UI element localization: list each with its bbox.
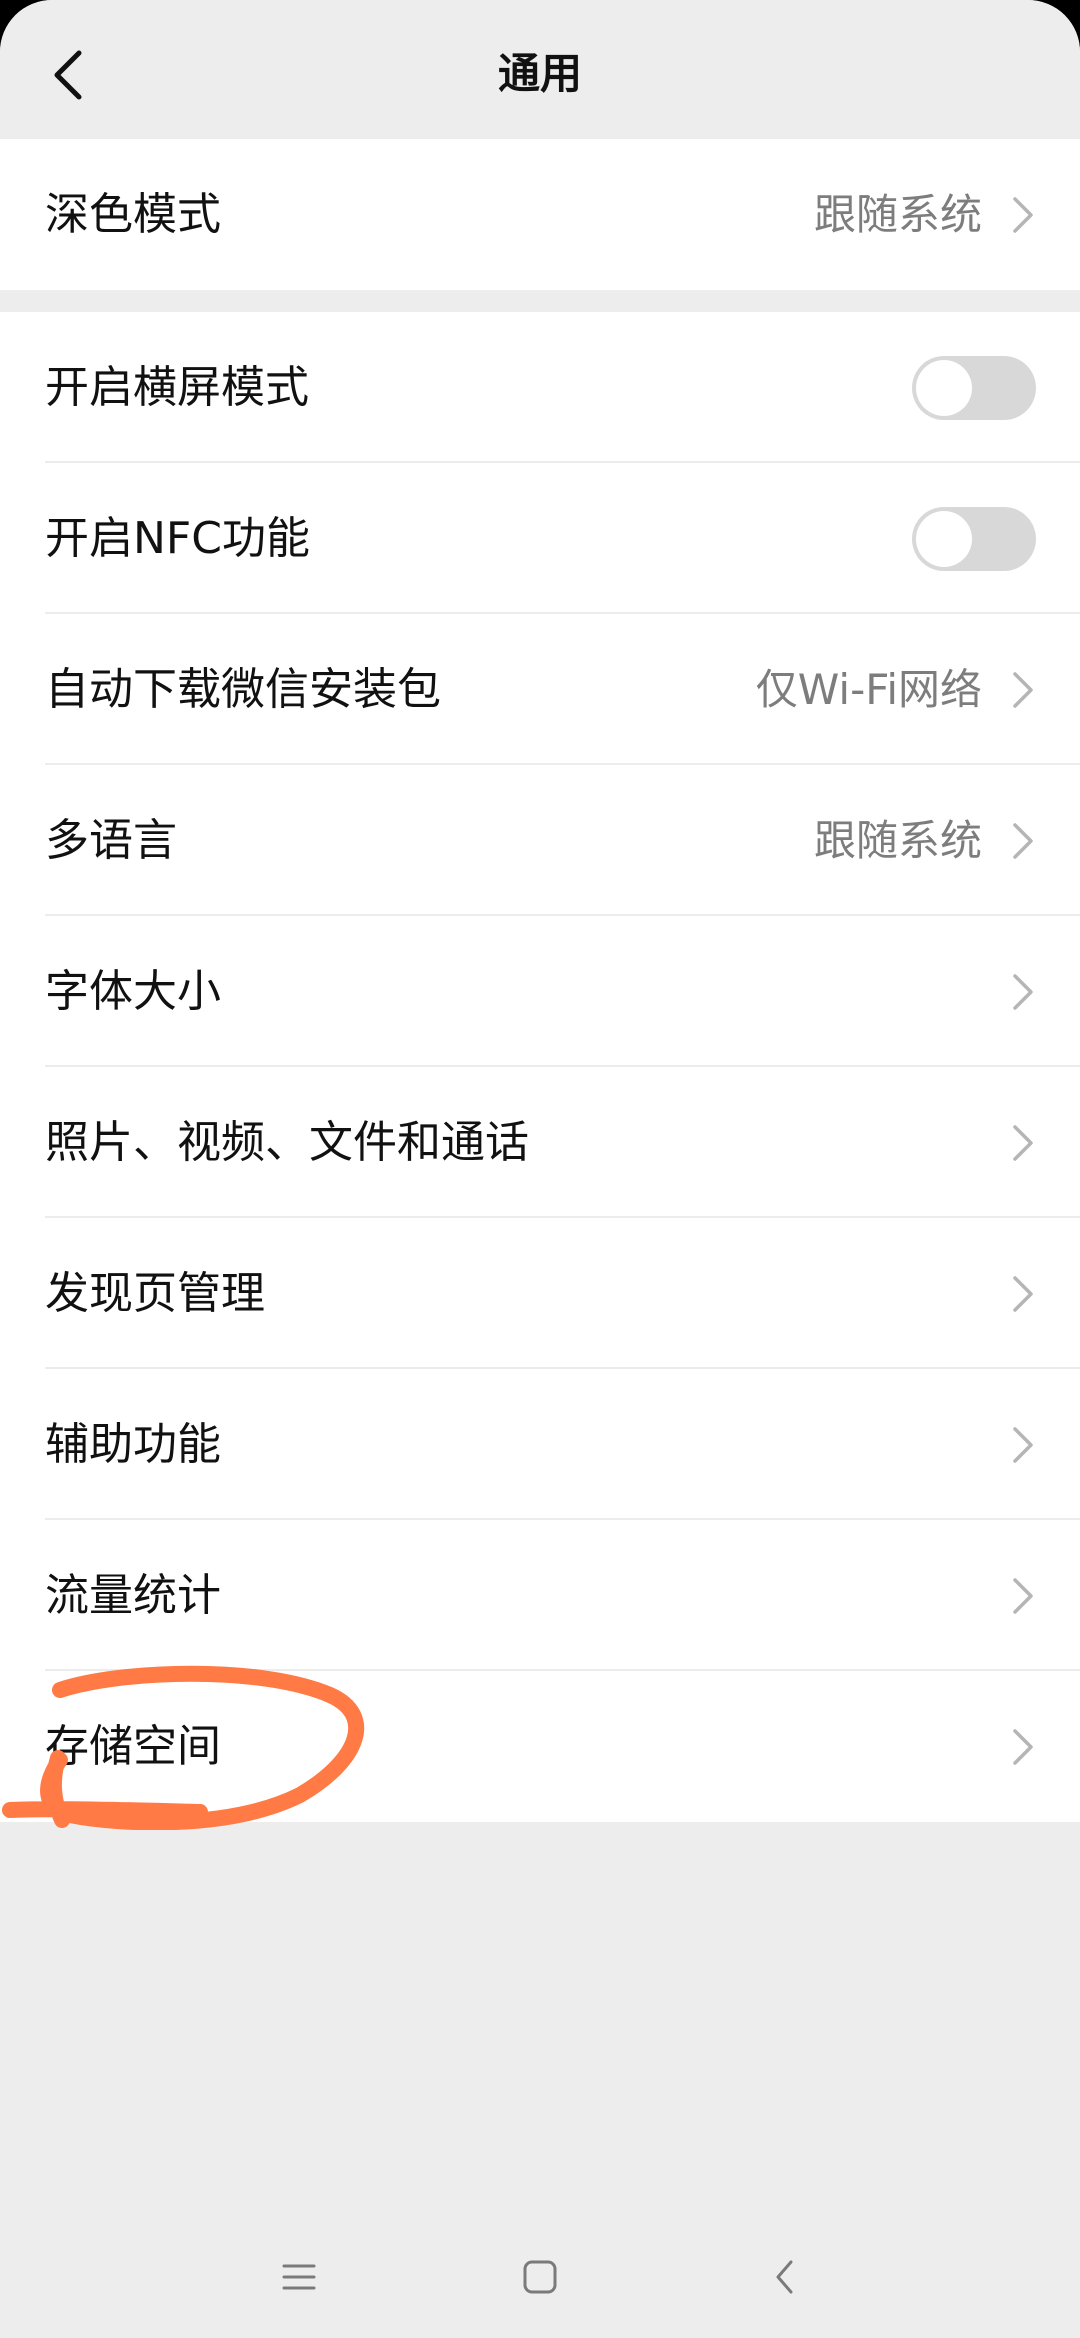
settings-row-auto-download[interactable]: 自动下载微信安装包 仅Wi-Fi网络 (0, 614, 1080, 765)
row-label: 开启NFC功能 (45, 512, 310, 564)
home-icon (523, 2260, 557, 2294)
settings-group-display: 深色模式 跟随系统 (0, 139, 1080, 290)
row-label: 存储空间 (45, 1720, 221, 1772)
chevron-right-icon (1010, 1123, 1036, 1163)
system-navbar (0, 2220, 1080, 2338)
row-label: 发现页管理 (45, 1267, 265, 1319)
chevron-right-icon (1010, 1274, 1036, 1314)
nfc-toggle[interactable] (912, 506, 1036, 571)
settings-row-nfc: 开启NFC功能 (0, 463, 1080, 614)
settings-row-font-size[interactable]: 字体大小 (0, 916, 1080, 1067)
settings-row-language[interactable]: 多语言 跟随系统 (0, 765, 1080, 916)
menu-icon (282, 2264, 316, 2290)
settings-row-discover[interactable]: 发现页管理 (0, 1218, 1080, 1369)
toggle-knob (916, 510, 972, 567)
settings-row-accessibility[interactable]: 辅助功能 (0, 1369, 1080, 1520)
chevron-right-icon (1010, 1425, 1036, 1465)
chevron-right-icon (1010, 670, 1036, 710)
menu-button[interactable] (264, 2242, 334, 2312)
row-label: 多语言 (45, 814, 177, 866)
settings-row-landscape: 开启横屏模式 (0, 312, 1080, 463)
screen: 通用 深色模式 跟随系统 开启横屏模式 开启NFC功能 自动下载微信安装包 仅W… (0, 0, 1080, 2338)
settings-row-dark-mode[interactable]: 深色模式 跟随系统 (0, 139, 1080, 290)
landscape-toggle[interactable] (912, 355, 1036, 420)
row-label: 照片、视频、文件和通话 (45, 1116, 529, 1168)
chevron-right-icon (1010, 1576, 1036, 1616)
settings-group-general: 开启横屏模式 开启NFC功能 自动下载微信安装包 仅Wi-Fi网络 多语言 跟随… (0, 312, 1080, 1822)
chevron-right-icon (1010, 1727, 1036, 1767)
row-value: 跟随系统 (813, 815, 982, 865)
chevron-right-icon (1010, 195, 1036, 235)
toggle-knob (916, 359, 972, 416)
chevron-right-icon (1010, 821, 1036, 861)
row-label: 深色模式 (45, 188, 221, 240)
row-label: 自动下载微信安装包 (45, 663, 441, 715)
home-button[interactable] (505, 2242, 575, 2312)
header: 通用 (0, 0, 1080, 139)
nav-back-button[interactable] (750, 2242, 820, 2312)
settings-row-media[interactable]: 照片、视频、文件和通话 (0, 1067, 1080, 1218)
row-label: 辅助功能 (45, 1418, 221, 1470)
row-label: 开启横屏模式 (45, 361, 309, 413)
chevron-right-icon (1010, 972, 1036, 1012)
page-title: 通用 (497, 49, 582, 98)
row-label: 字体大小 (45, 965, 221, 1017)
row-label: 流量统计 (45, 1569, 221, 1621)
settings-row-data-usage[interactable]: 流量统计 (0, 1520, 1080, 1671)
back-icon (776, 2260, 793, 2294)
settings-row-storage[interactable]: 存储空间 (0, 1671, 1080, 1822)
row-value: 跟随系统 (813, 189, 982, 239)
row-value: 仅Wi-Fi网络 (755, 664, 982, 714)
